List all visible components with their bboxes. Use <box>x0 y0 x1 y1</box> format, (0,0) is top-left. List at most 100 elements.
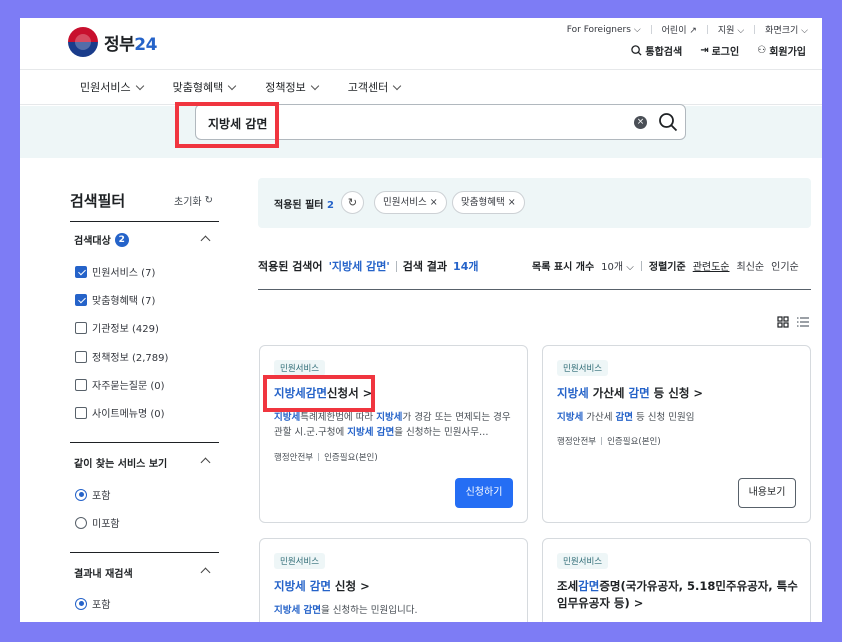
result-title-link[interactable]: 지방세 감면 신청 > <box>274 578 370 595</box>
external-link-icon: ↗ <box>689 26 697 36</box>
sort-bar: 목록 표시 개수 10개 ⌵ 정렬기준 관련도순 최신순 인기순 <box>532 258 799 273</box>
chevron-up-icon[interactable] <box>200 567 211 578</box>
chevron-down-icon: ⌵ <box>626 262 634 273</box>
divider <box>70 442 219 443</box>
refresh-icon: ↻ <box>204 195 213 206</box>
nav-item-policy-info[interactable]: 정책정보 <box>265 79 319 95</box>
filter-chip-custom-benefit[interactable]: 맞춤형혜택 × <box>452 191 525 214</box>
divider <box>70 221 219 222</box>
result-title-link[interactable]: 지방세감면신청서 > <box>274 385 372 402</box>
login-label: 로그인 <box>711 47 740 58</box>
divider <box>70 552 219 553</box>
result-description: 지방세 감면을 신청하는 민원입니다. <box>274 605 418 616</box>
taegeuk-emblem-icon <box>68 27 98 57</box>
filter-section-related[interactable]: 같이 찾는 서비스 보기 <box>74 455 167 470</box>
utility-menu: For Foreigners ⌵ 어린이 ↗ 지원 ⌵ 화면크기 ⌵ <box>567 23 808 37</box>
list-view-icon[interactable] <box>797 316 809 328</box>
result-card: 민원서비스 지방세 가산세 감면 등 신청 > 지방세 가산세 감면 등 신청 … <box>542 345 811 523</box>
nav-item-civil-service[interactable]: 민원서비스 <box>80 79 144 95</box>
signup-link[interactable]: ⚇ 회원가입 <box>757 43 806 58</box>
sort-latest[interactable]: 최신순 <box>737 258 765 273</box>
chevron-down-icon: ⌵ <box>801 26 808 36</box>
applied-filter-bar: 적용된 필터 2 ↻ 민원서비스 × 맞춤형혜택 × <box>258 178 811 228</box>
radio-checked-icon <box>75 488 87 501</box>
search-input[interactable]: 지방세 감면 × <box>195 104 686 140</box>
checkbox-civil-service[interactable]: 민원서비스 (7) <box>75 264 155 279</box>
checkbox-site-menu[interactable]: 사이트메뉴명 (0) <box>75 405 165 420</box>
login-link[interactable]: ⇥ 로그인 <box>700 43 739 58</box>
checkbox-icon <box>75 406 87 419</box>
checkbox-checked-icon <box>75 293 87 306</box>
checkbox-icon <box>75 321 87 334</box>
checkbox-policy-info[interactable]: 정책정보 (2,789) <box>75 349 168 364</box>
font-size-menu[interactable]: 화면크기 ⌵ <box>765 23 808 36</box>
list-count-label: 목록 표시 개수 <box>532 262 595 273</box>
search-icon[interactable] <box>658 112 678 132</box>
chevron-down-icon: ⌵ <box>633 24 641 35</box>
filter-section-research[interactable]: 결과내 재검색 <box>74 565 133 580</box>
divider <box>640 260 642 271</box>
logo-text: 정부24 <box>104 34 157 55</box>
nav-item-customer-center[interactable]: 고객센터 <box>348 79 402 95</box>
integrated-search-link[interactable]: 통합검색 <box>631 43 682 58</box>
checkbox-custom-benefit[interactable]: 맞춤형혜택 (7) <box>75 292 155 307</box>
list-count-select[interactable]: 10개 ⌵ <box>601 258 634 273</box>
login-icon: ⇥ <box>700 45 709 56</box>
result-description: 지방세특례제한법에 따라 지방세가 경감 또는 면제되는 경우 관할 시.군.구… <box>274 412 511 438</box>
chevron-up-icon[interactable] <box>200 235 211 246</box>
checkbox-faq[interactable]: 자주묻는질문 (0) <box>75 377 165 392</box>
sort-label: 정렬기준 <box>648 262 686 273</box>
search-input-value: 지방세 감면 <box>208 117 268 131</box>
filter-title: 검색필터 <box>70 192 126 210</box>
site-header: 정부24 For Foreigners ⌵ 어린이 ↗ 지원 ⌵ 화면크기 ⌵ … <box>20 18 822 69</box>
kids-link[interactable]: 어린이 ↗ <box>662 23 697 36</box>
radio-research-include[interactable]: 포함 <box>75 596 110 611</box>
checkbox-checked-icon <box>75 265 87 278</box>
radio-checked-icon <box>75 597 87 610</box>
refresh-icon[interactable]: ↻ <box>341 191 364 214</box>
filter-reset-button[interactable]: 초기화 ↻ <box>174 193 213 208</box>
view-toggle <box>777 316 809 328</box>
result-meta: 행정안전부 인증필요(본인) <box>274 453 378 463</box>
result-title-link[interactable]: 조세감면증명(국가유공자, 5.18민주유공자, 특수임무유공자 등) > <box>557 578 802 612</box>
result-card: 민원서비스 지방세 감면 신청 > 지방세 감면을 신청하는 민원입니다. <box>259 538 528 622</box>
result-count-label: 검색 결과 <box>402 260 448 273</box>
applied-query-label: 적용된 검색어 <box>258 260 323 273</box>
checkbox-icon <box>75 378 87 391</box>
category-tag: 민원서비스 <box>557 553 609 569</box>
apply-button[interactable]: 신청하기 <box>455 478 513 508</box>
result-card: 민원서비스 조세감면증명(국가유공자, 5.18민주유공자, 특수임무유공자 등… <box>542 538 811 622</box>
divider <box>754 25 756 34</box>
chevron-down-icon: ⌵ <box>737 26 745 36</box>
signup-label: 회원가입 <box>769 47 806 58</box>
for-foreigners-link[interactable]: For Foreigners ⌵ <box>567 25 641 35</box>
search-icon <box>631 45 642 56</box>
filter-section-target[interactable]: 검색대상 2 <box>74 232 129 247</box>
chevron-down-icon <box>392 81 402 90</box>
radio-related-include[interactable]: 포함 <box>75 487 110 502</box>
chevron-up-icon[interactable] <box>200 457 211 468</box>
main-links: 통합검색 ⇥ 로그인 ⚇ 회원가입 <box>631 43 806 58</box>
support-menu[interactable]: 지원 ⌵ <box>718 23 744 36</box>
result-description: 지방세 가산세 감면 등 신청 민원임 <box>557 412 695 423</box>
applied-query: '지방세 감면' <box>328 260 390 273</box>
global-nav: 민원서비스 맞춤형혜택 정책정보 고객센터 <box>20 69 822 105</box>
result-title-link[interactable]: 지방세 가산세 감면 등 신청 > <box>557 385 703 402</box>
radio-related-exclude[interactable]: 미포함 <box>75 515 120 530</box>
nav-item-custom-benefit[interactable]: 맞춤형혜택 <box>173 79 237 95</box>
category-tag: 민원서비스 <box>274 553 326 569</box>
grid-view-icon[interactable] <box>777 316 789 328</box>
clear-icon[interactable]: × <box>634 116 647 129</box>
result-count: 14개 <box>453 260 479 273</box>
chevron-down-icon <box>227 81 237 90</box>
checkbox-agency-info[interactable]: 기관정보 (429) <box>75 320 159 335</box>
category-tag: 민원서비스 <box>557 360 609 376</box>
view-details-button[interactable]: 내용보기 <box>738 478 796 508</box>
sort-relevance[interactable]: 관련도순 <box>693 258 730 273</box>
page-frame: 정부24 For Foreigners ⌵ 어린이 ↗ 지원 ⌵ 화면크기 ⌵ … <box>20 18 822 622</box>
chevron-down-icon <box>310 81 319 90</box>
sort-popular[interactable]: 인기순 <box>771 258 799 273</box>
integrated-search-label: 통합검색 <box>645 47 683 58</box>
logo[interactable]: 정부24 <box>68 27 157 57</box>
filter-chip-civil-service[interactable]: 민원서비스 × <box>374 191 447 214</box>
